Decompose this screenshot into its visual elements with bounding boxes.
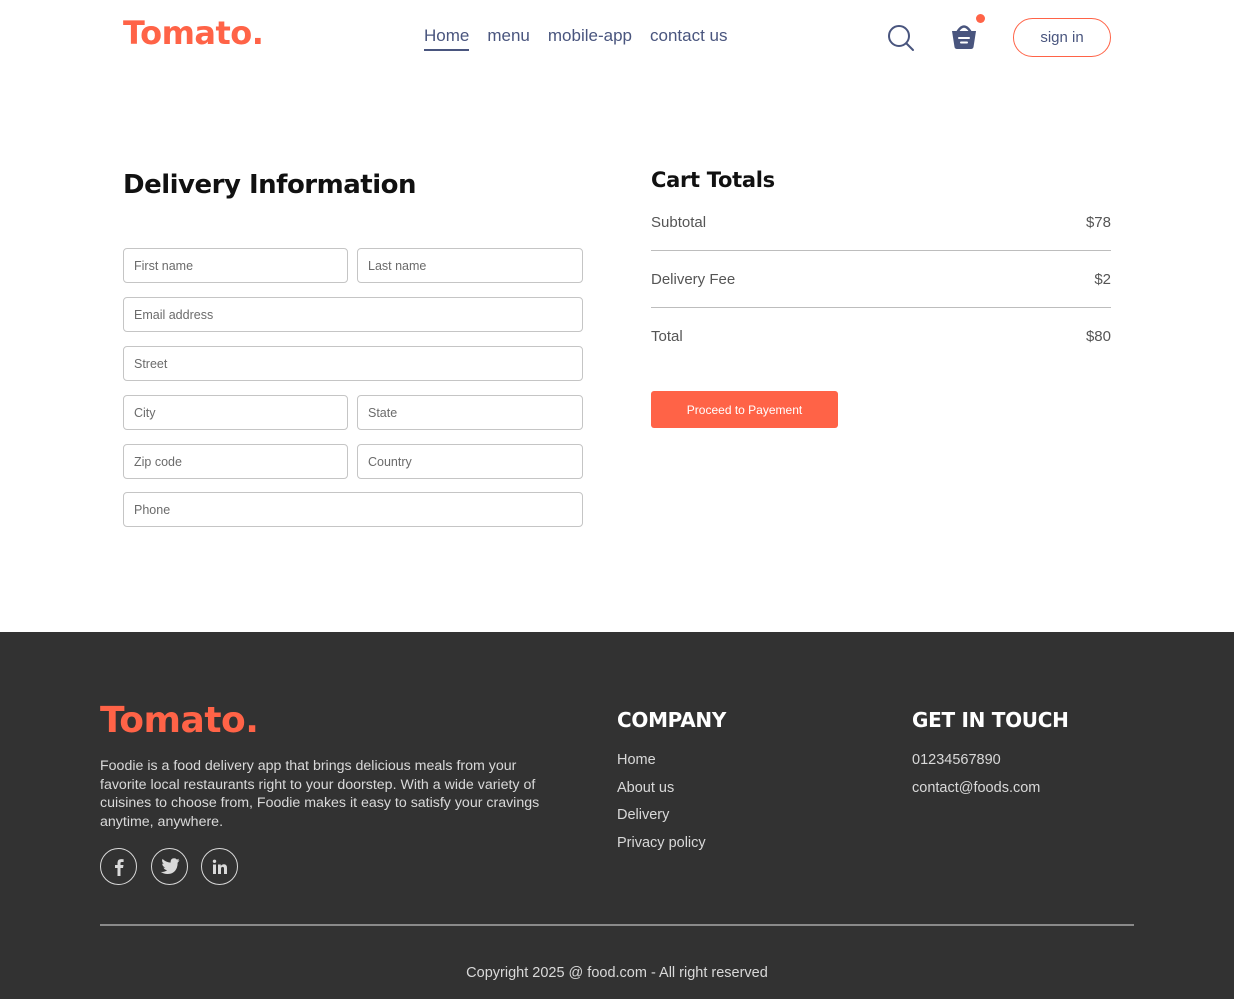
contact-list: 01234567890 contact@foods.com: [912, 752, 1040, 807]
cart-indicator-dot: [976, 14, 985, 23]
total-row: Total $80: [651, 328, 1111, 345]
contact-phone: 01234567890: [912, 752, 1001, 768]
zip-code-field[interactable]: [123, 444, 348, 479]
country-field[interactable]: [357, 444, 583, 479]
cart-totals-section: Cart Totals Subtotal $78 Delivery Fee $2…: [651, 168, 1111, 428]
subtotal-value: $78: [1085, 214, 1111, 231]
total-label: Total: [651, 328, 683, 345]
contact-email: contact@foods.com: [912, 779, 1041, 796]
company-heading: COMPANY: [617, 708, 727, 732]
subtotal-row: Subtotal $78: [651, 214, 1111, 231]
first-name-field[interactable]: [123, 248, 348, 283]
nav-item-home[interactable]: Home: [424, 26, 470, 51]
cart-totals-title: Cart Totals: [651, 168, 775, 192]
delivery-fee-label: Delivery Fee: [651, 271, 736, 288]
email-field[interactable]: [123, 297, 583, 332]
company-links: Home About us Delivery Privacy policy: [617, 752, 706, 863]
search-icon[interactable]: [887, 24, 915, 52]
nav-item-menu[interactable]: menu: [487, 26, 530, 51]
get-in-touch-heading: GET IN TOUCH: [912, 708, 1069, 732]
last-name-field[interactable]: [357, 248, 583, 283]
footer-link-home[interactable]: Home: [617, 752, 706, 780]
total-value: $80: [1085, 328, 1111, 345]
nav-item-mobile-app[interactable]: mobile-app: [548, 26, 632, 51]
nav-menu: Home menu mobile-app contact us: [424, 26, 728, 51]
street-field[interactable]: [123, 346, 583, 381]
twitter-icon[interactable]: [151, 848, 188, 885]
state-field[interactable]: [357, 395, 583, 430]
basket-icon[interactable]: [948, 20, 980, 52]
facebook-icon[interactable]: [100, 848, 137, 885]
footer-divider: [100, 924, 1134, 926]
city-field[interactable]: [123, 395, 348, 430]
linkedin-icon[interactable]: [201, 848, 238, 885]
nav-item-contact-us[interactable]: contact us: [650, 26, 728, 51]
phone-field[interactable]: [123, 492, 583, 527]
divider: [651, 307, 1111, 308]
divider: [651, 250, 1111, 251]
footer-link-about-us[interactable]: About us: [617, 780, 706, 808]
delivery-information-title: Delivery Information: [123, 170, 416, 200]
delivery-fee-row: Delivery Fee $2: [651, 271, 1111, 288]
logo[interactable]: Tomato.: [123, 14, 264, 52]
footer: Tomato. Foodie is a food delivery app th…: [0, 632, 1234, 999]
footer-description: Foodie is a food delivery app that bring…: [100, 758, 540, 830]
delivery-information-section: Delivery Information: [123, 170, 583, 200]
sign-in-button[interactable]: sign in: [1013, 18, 1111, 57]
navbar: Tomato. Home menu mobile-app contact us …: [0, 0, 1234, 76]
footer-link-privacy-policy[interactable]: Privacy policy: [617, 835, 706, 863]
footer-link-delivery[interactable]: Delivery: [617, 807, 706, 835]
proceed-to-payment-button[interactable]: Proceed to Payement: [651, 391, 838, 428]
footer-logo: Tomato.: [100, 700, 259, 741]
delivery-fee-value: $2: [1094, 271, 1111, 288]
subtotal-label: Subtotal: [651, 214, 707, 231]
copyright-text: Copyright 2025 @ food.com - All right re…: [466, 965, 768, 981]
